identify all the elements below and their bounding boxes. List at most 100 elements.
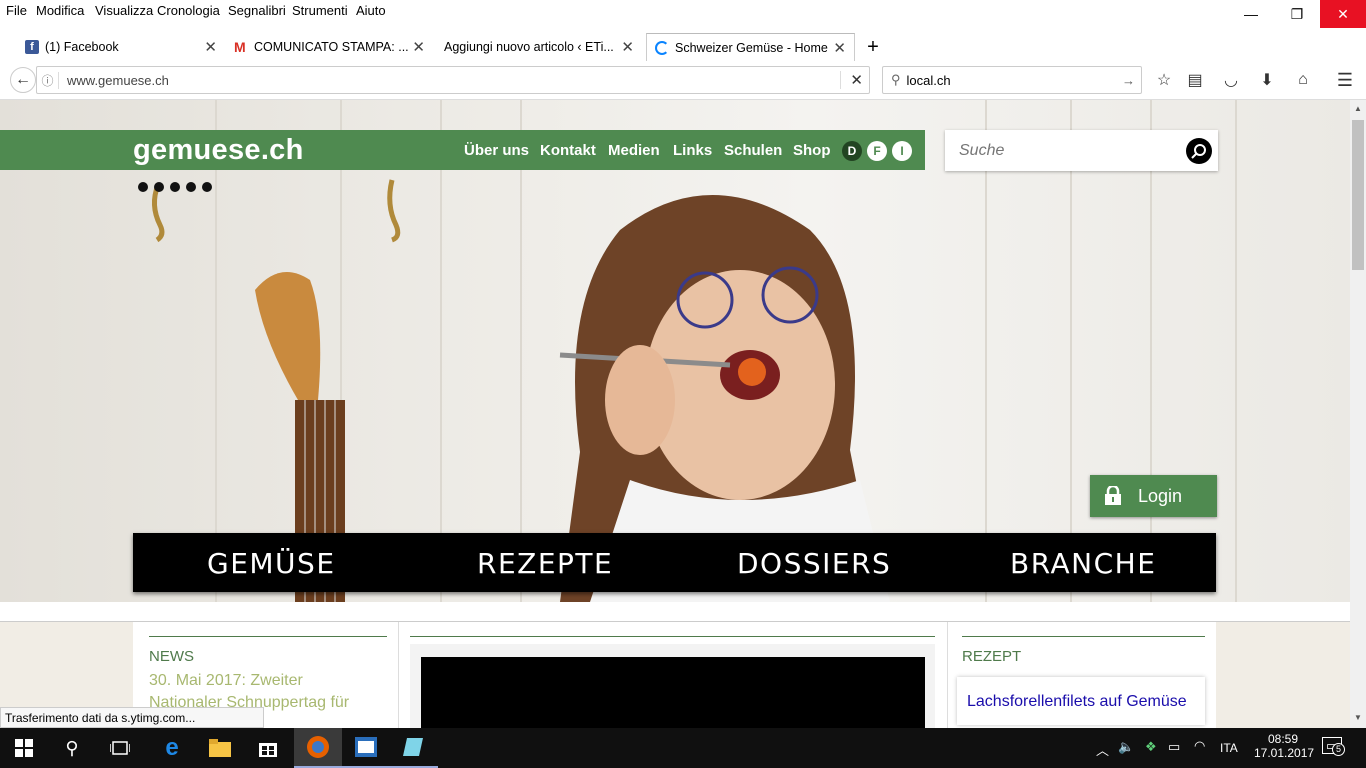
outlook-icon[interactable]	[342, 728, 390, 768]
category-navigation: GEMÜSE REZEPTE DOSSIERS BRANCHE	[133, 533, 1216, 592]
search-icon[interactable]: ⚲	[48, 728, 96, 768]
edge-browser-icon[interactable]: e	[148, 728, 196, 768]
file-explorer-icon[interactable]	[196, 728, 244, 768]
nav-link-medien[interactable]: Medien	[608, 142, 660, 159]
stop-icon[interactable]: ✕	[840, 71, 863, 89]
volume-icon[interactable]: 🔈	[1118, 739, 1134, 755]
tab-gmail[interactable]: M COMUNICATO STAMPA: ... ✕	[228, 33, 433, 61]
notes-app-icon[interactable]	[390, 728, 438, 768]
close-tab-icon[interactable]: ✕	[621, 38, 634, 56]
download-icon[interactable]: ⬇	[1256, 69, 1278, 91]
login-button[interactable]: Login	[1090, 475, 1217, 517]
task-view-icon[interactable]	[96, 728, 144, 768]
notification-count: 5	[1332, 743, 1345, 756]
tab-gemuese[interactable]: Schweizer Gemüse - Home ✕	[646, 33, 855, 61]
hero-image	[0, 100, 1350, 602]
site-search	[945, 130, 1218, 171]
category-gemuese[interactable]: GEMÜSE	[207, 547, 336, 580]
tab-facebook[interactable]: f (1) Facebook ✕	[20, 33, 225, 61]
slider-dot[interactable]	[186, 182, 196, 192]
close-tab-icon[interactable]: ✕	[412, 38, 425, 56]
windows-start-icon[interactable]	[0, 728, 48, 768]
back-icon[interactable]: ←	[10, 67, 36, 93]
minimize-button[interactable]: —	[1228, 0, 1274, 28]
home-icon[interactable]: ⌂	[1292, 69, 1314, 91]
category-dossiers[interactable]: DOSSIERS	[737, 547, 891, 580]
language-d-button[interactable]: D	[842, 141, 862, 161]
menu-file[interactable]: File	[6, 3, 27, 18]
search-field[interactable]: ⚲ local.ch →	[882, 66, 1142, 94]
clock[interactable]: 08:59 17.01.2017	[1254, 732, 1314, 760]
tab-label: Aggiungi nuovo articolo ‹ ETi...	[444, 40, 614, 54]
page-scrollbar[interactable]: ▲ ▼	[1350, 100, 1366, 728]
url-bar[interactable]: ⓘ www.gemuese.ch ✕	[36, 66, 870, 94]
close-window-button[interactable]: ✕	[1320, 0, 1366, 28]
video-container	[410, 644, 935, 728]
slider-dot[interactable]	[138, 182, 148, 192]
menu-visualizza[interactable]: Visualizza	[95, 3, 153, 18]
video-player[interactable]	[421, 657, 925, 728]
recipe-heading: REZEPT	[962, 648, 1022, 665]
nav-link-links[interactable]: Links	[673, 142, 712, 159]
search-icon: ⚲	[891, 72, 901, 87]
site-search-input[interactable]	[945, 130, 1175, 171]
scrollbar-thumb[interactable]	[1352, 120, 1364, 270]
new-tab-button[interactable]: +	[860, 33, 886, 61]
site-search-button[interactable]	[1186, 138, 1212, 164]
bookmark-star-icon[interactable]: ☆	[1153, 69, 1175, 91]
content-area: NEWS 30. Mai 2017: Zweiter Nationaler Sc…	[133, 622, 1216, 728]
battery-icon[interactable]: ▭	[1168, 739, 1180, 755]
slider-dot[interactable]	[202, 182, 212, 192]
menu-segnalibri[interactable]: Segnalibri	[228, 3, 286, 18]
tab-wordpress[interactable]: Aggiungi nuovo articolo ‹ ETi... ✕	[436, 33, 642, 61]
loading-icon	[655, 40, 669, 55]
close-tab-icon[interactable]: ✕	[833, 39, 846, 57]
scroll-up-icon[interactable]: ▲	[1354, 104, 1362, 113]
hero-photo-illustration	[152, 179, 890, 602]
windows-taskbar: ⚲ e ︿ 🔈 ❖ ▭ ◠ ITA 08:59 17.01.2017 ▭ 5	[0, 728, 1366, 768]
recipe-link[interactable]: Lachsforellenfilets auf Gemüse	[957, 677, 1205, 725]
slider-dot[interactable]	[170, 182, 180, 192]
gmail-icon: M	[234, 39, 246, 55]
slider-dot[interactable]	[154, 182, 164, 192]
input-language[interactable]: ITA	[1220, 741, 1238, 755]
category-branche[interactable]: BRANCHE	[1010, 547, 1156, 580]
section-divider	[0, 602, 1350, 622]
pocket-icon[interactable]: ◡	[1220, 69, 1242, 91]
restore-button[interactable]: ❐	[1274, 0, 1320, 28]
url-text: www.gemuese.ch	[67, 72, 169, 88]
nav-link-schulen[interactable]: Schulen	[724, 142, 782, 159]
reading-list-icon[interactable]: ▤	[1184, 69, 1206, 91]
close-tab-icon[interactable]: ✕	[204, 38, 217, 56]
dropbox-icon[interactable]: ❖	[1145, 739, 1157, 755]
search-field-value: local.ch	[906, 72, 951, 88]
slider-pagination	[138, 179, 218, 197]
tab-label: COMUNICATO STAMPA: ...	[254, 40, 409, 54]
tab-strip: f (1) Facebook ✕ M COMUNICATO STAMPA: ..…	[0, 33, 1366, 61]
clock-time: 08:59	[1267, 732, 1299, 746]
lock-icon	[1105, 486, 1121, 505]
news-text-line: 30. Mai 2017: Zweiter	[149, 672, 303, 689]
menu-hamburger-icon[interactable]: ☰	[1334, 69, 1356, 91]
nav-link-shop[interactable]: Shop	[793, 142, 831, 159]
nav-link-kontakt[interactable]: Kontakt	[540, 142, 596, 159]
category-rezepte[interactable]: REZEPTE	[477, 547, 613, 580]
menu-aiuto[interactable]: Aiuto	[356, 3, 386, 18]
menu-cronologia[interactable]: Cronologia	[157, 3, 220, 18]
menu-bar: File Modifica Visualizza Cronologia Segn…	[0, 0, 1366, 33]
tray-chevron-icon[interactable]: ︿	[1096, 740, 1109, 759]
wifi-icon[interactable]: ◠	[1194, 738, 1205, 754]
action-center-icon[interactable]: ▭ 5	[1322, 737, 1346, 758]
search-go-icon[interactable]: →	[1122, 73, 1135, 88]
info-icon[interactable]: ⓘ	[37, 71, 59, 89]
scroll-down-icon[interactable]: ▼	[1354, 713, 1362, 722]
language-i-button[interactable]: I	[892, 141, 912, 161]
store-icon[interactable]	[244, 728, 292, 768]
language-f-button[interactable]: F	[867, 141, 887, 161]
site-logo[interactable]: gemuese.ch	[133, 134, 304, 167]
menu-strumenti[interactable]: Strumenti	[292, 3, 348, 18]
firefox-icon[interactable]	[294, 728, 342, 768]
magnifier-icon	[1191, 144, 1206, 159]
menu-modifica[interactable]: Modifica	[36, 3, 84, 18]
nav-link-ueber-uns[interactable]: Über uns	[464, 142, 529, 159]
